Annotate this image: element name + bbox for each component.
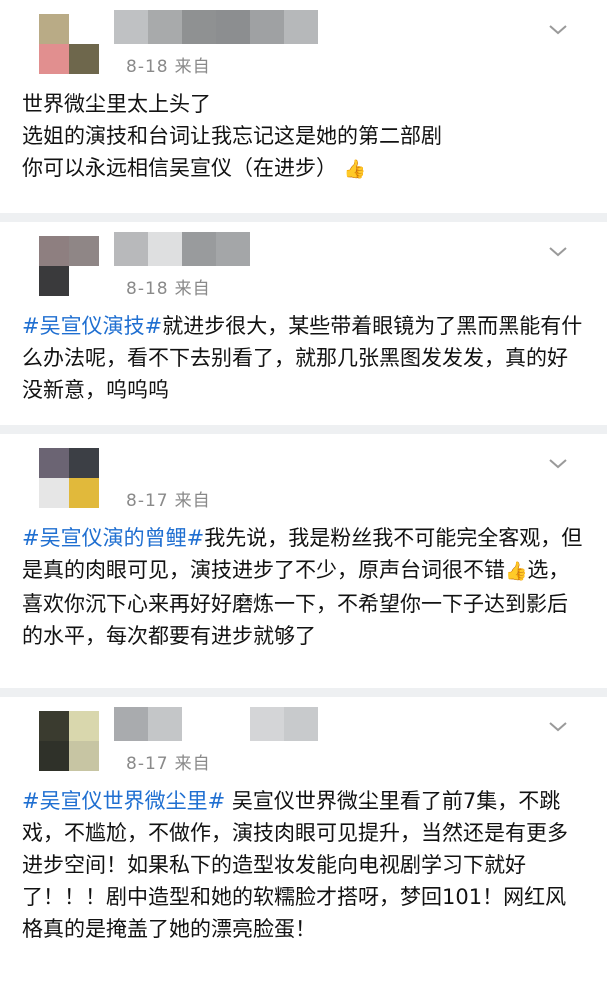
avatar[interactable]: [31, 444, 107, 510]
hashtag-link[interactable]: #吴宣仪演的曾鲤#: [22, 526, 204, 550]
hashtag-link[interactable]: #吴宣仪演技#: [22, 314, 162, 338]
post-date: 8-18: [126, 279, 169, 299]
chevron-down-icon[interactable]: [547, 18, 569, 40]
username-blurred[interactable]: [114, 10, 319, 44]
chevron-down-icon[interactable]: [547, 452, 569, 474]
chevron-down-icon[interactable]: [547, 715, 569, 737]
post-source: 来自: [174, 57, 211, 77]
post-meta: 8-17 来自: [126, 749, 211, 774]
username-blurred[interactable]: [114, 707, 319, 741]
post-date: 8-18: [126, 57, 169, 77]
post-text: 世界微尘里太上头了 选姐的演技和台词让我忘记这是她的第二部剧 你可以永远相信吴宣…: [18, 88, 589, 186]
post-meta: 8-18 来自: [126, 52, 211, 77]
post-meta: 8-18 来自: [126, 274, 211, 299]
post-text: #吴宣仪演技#就进步很大，某些带着眼镜为了黑而黑能有什么办法呢，看不下去别看了，…: [22, 314, 583, 402]
thumbs-up-emoji: 👍: [343, 159, 367, 180]
chevron-down-icon[interactable]: [547, 240, 569, 262]
post-source: 来自: [174, 279, 211, 299]
post-date: 8-17: [126, 491, 169, 511]
avatar[interactable]: [31, 707, 107, 773]
hashtag-link[interactable]: #吴宣仪世界微尘里#: [22, 789, 225, 813]
post-line: 你可以永远相信吴宣仪（在进步） 👍: [22, 156, 367, 180]
post-card: 8-17 来自 #吴宣仪世界微尘里# 吴宣仪世界微尘里看了前7集，不跳戏，不尴尬，…: [0, 697, 607, 1000]
post-card: 8-17 来自 #吴宣仪演的曾鲤#我先说，我是粉丝我不可能完全客观，但是真的肉眼可…: [0, 434, 607, 688]
post-line: 选姐的演技和台词让我忘记这是她的第二部剧: [22, 124, 442, 148]
post-date: 8-17: [126, 754, 169, 774]
avatar[interactable]: [31, 10, 107, 76]
username-blurred[interactable]: [114, 232, 319, 266]
thumbs-up-emoji: 👍: [505, 561, 528, 582]
post-text: #吴宣仪世界微尘里# 吴宣仪世界微尘里看了前7集，不跳戏，不尴尬，不做作，演技肉…: [22, 789, 568, 941]
post-text: #吴宣仪演的曾鲤#我先说，我是粉丝我不可能完全客观，但是真的肉眼可见，演技进步了…: [22, 526, 583, 648]
post-line: 世界微尘里太上头了: [22, 92, 211, 116]
post-card: 8-18 来自 #吴宣仪演技#就进步很大，某些带着眼镜为了黑而黑能有什么办法呢，看…: [0, 222, 607, 425]
post-source: 来自: [174, 754, 211, 774]
avatar[interactable]: [31, 232, 107, 298]
post-meta: 8-17 来自: [126, 486, 211, 511]
post-card: 8-18 来自 世界微尘里太上头了 选姐的演技和台词让我忘记这是她的第二部剧 你可…: [0, 0, 607, 213]
post-source: 来自: [174, 491, 211, 511]
